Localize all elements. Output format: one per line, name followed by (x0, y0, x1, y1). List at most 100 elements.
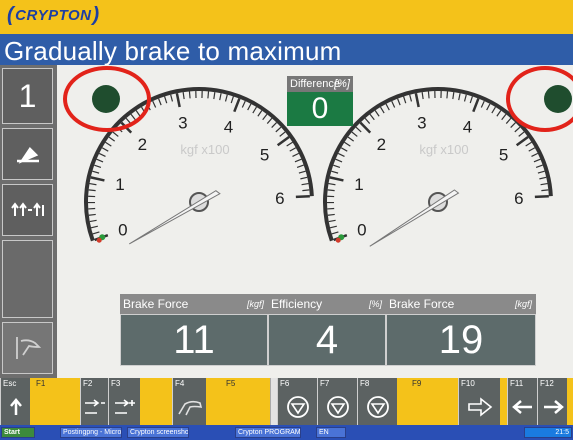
esc-key[interactable]: Esc (0, 378, 30, 425)
minor-tick (329, 225, 337, 229)
esc-label: Esc (3, 379, 17, 388)
major-tick (472, 98, 480, 113)
brake-both-icon (326, 395, 349, 418)
taskbar-item-screenshots[interactable]: Crypton screenshots (127, 427, 189, 438)
f8-key[interactable]: F8 (357, 378, 397, 425)
brake-pedal-button[interactable] (2, 128, 53, 180)
major-tick (295, 194, 310, 199)
major-tick (329, 176, 344, 182)
f5-label: F5 (226, 379, 236, 388)
gauge-unit-label: kgf x100 (180, 142, 229, 157)
major-tick (233, 98, 241, 113)
zero-marker-red (96, 237, 102, 243)
difference-value: 0 (287, 92, 353, 126)
f7-key[interactable]: F7 (317, 378, 357, 425)
f12-key[interactable]: F12 (537, 378, 567, 425)
minor-tick (89, 182, 97, 186)
tick-label: 5 (260, 146, 269, 165)
difference-label: Difference (290, 78, 340, 90)
f3-key[interactable]: F3 (108, 378, 140, 425)
minor-tick (379, 106, 385, 114)
minor-tick (533, 158, 541, 163)
title-bar: Gradually brake to maximum (0, 34, 573, 66)
minor-tick (335, 158, 343, 163)
gauge-needle (369, 189, 460, 247)
windows-taskbar: Start Postingpng - Microsoft ... Crypton… (0, 425, 573, 440)
minor-tick (510, 122, 516, 129)
minor-tick (537, 170, 545, 174)
minor-tick (501, 113, 507, 121)
difference-box: Difference [%] 0 (287, 76, 353, 130)
minor-tick (427, 91, 430, 99)
f11-label: F11 (510, 379, 524, 388)
minor-tick (491, 106, 496, 114)
step-indicator: 1 (2, 68, 53, 124)
arrow-right-icon (543, 399, 564, 414)
brake-right-icon (366, 395, 389, 418)
difference-unit: [%] (334, 78, 350, 90)
start-button[interactable]: Start (1, 427, 35, 438)
tick-label: 2 (377, 135, 386, 154)
taskbar-item-posting[interactable]: Postingpng - Microsoft ... (60, 427, 122, 438)
minor-tick (344, 141, 351, 147)
f2-key[interactable]: F2 (80, 378, 108, 425)
f4-key[interactable]: F4 (172, 378, 206, 425)
minor-tick (207, 91, 210, 99)
minor-tick (108, 136, 116, 142)
major-tick (90, 176, 105, 182)
minor-tick (219, 93, 222, 101)
minor-tick (403, 96, 407, 104)
minor-tick (152, 100, 157, 108)
minor-tick (247, 103, 252, 111)
f3-label: F3 (111, 379, 121, 388)
major-tick (534, 194, 549, 199)
taskbar-item-crypton-program[interactable]: Crypton PROGRAM 2 F... (235, 427, 301, 438)
tick-label: 1 (354, 175, 363, 194)
minor-tick (92, 170, 100, 174)
tick-label: 1 (115, 175, 124, 194)
f10-key[interactable]: F10 (458, 378, 500, 425)
minor-tick (327, 189, 335, 192)
brand-bar: (CRYPTON) (0, 0, 573, 34)
minor-tick (331, 231, 339, 235)
minor-tick (535, 164, 543, 168)
minor-tick (241, 100, 246, 108)
minor-tick (340, 147, 348, 152)
tick-label: 6 (275, 189, 284, 208)
f4-label: F4 (175, 379, 185, 388)
efficiency-panel: Efficiency [%] 4 (268, 294, 386, 366)
minor-tick (328, 182, 336, 186)
tick-label: 5 (499, 146, 508, 165)
hand-brake-button[interactable] (2, 322, 53, 374)
minor-tick (262, 113, 268, 121)
minor-tick (458, 93, 461, 101)
major-tick (515, 136, 529, 147)
brake-force-left-panel: Brake Force [kgf] 11 (120, 294, 268, 366)
f8-label: F8 (360, 379, 370, 388)
minor-tick (98, 152, 106, 158)
tick-label: 4 (463, 118, 472, 137)
blank-button[interactable] (2, 240, 53, 318)
major-tick (359, 121, 372, 134)
brake-force-right-panel: Brake Force [kgf] 19 (386, 294, 536, 366)
tick-label: 0 (118, 221, 127, 240)
minor-tick (374, 110, 380, 117)
minor-tick (112, 131, 119, 137)
f11-key[interactable]: F11 (507, 378, 537, 425)
taskbar-item-en[interactable]: EN (316, 427, 346, 438)
axle-mode-button[interactable] (2, 184, 53, 236)
crypton-logo: (CRYPTON) (7, 4, 100, 26)
major-tick (414, 92, 420, 108)
step-number: 1 (18, 77, 37, 114)
minor-tick (286, 141, 293, 147)
minor-tick (275, 126, 282, 133)
minor-tick (528, 147, 536, 152)
shift-right-icon (84, 398, 105, 414)
minor-tick (279, 131, 286, 137)
minor-tick (101, 147, 109, 152)
f1-label: F1 (36, 379, 46, 388)
minor-tick (331, 170, 339, 174)
f6-key[interactable]: F6 (277, 378, 317, 425)
minor-tick (271, 122, 277, 129)
major-tick (175, 92, 181, 108)
